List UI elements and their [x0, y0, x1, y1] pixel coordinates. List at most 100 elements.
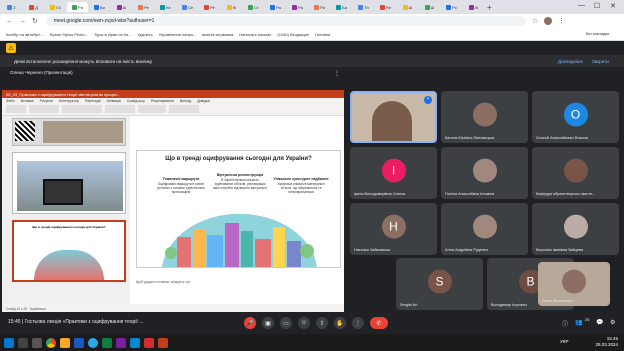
- more-options-button[interactable]: ⋮: [352, 317, 364, 329]
- menu-icon[interactable]: ⋮: [558, 17, 565, 25]
- word-icon[interactable]: [74, 337, 84, 348]
- profile-icon[interactable]: [544, 17, 553, 25]
- app-icon[interactable]: [116, 337, 126, 348]
- ribbon-tab[interactable]: Слайд-шоу: [127, 99, 145, 103]
- more-options-icon[interactable]: ⋮: [334, 70, 340, 77]
- meet-header: ⚠: [0, 41, 624, 55]
- browser-tab[interactable]: Re: [375, 2, 396, 12]
- browser-tab[interactable]: Д: [23, 2, 44, 12]
- bookmark-item[interactable]: Туры в Иран из Ки...: [94, 32, 131, 37]
- ribbon-tab[interactable]: Конструктор: [59, 99, 79, 103]
- search-icon[interactable]: [18, 337, 28, 348]
- ribbon-tab[interactable]: Рецензування: [151, 99, 174, 103]
- explorer-icon[interactable]: [60, 337, 70, 348]
- browser-tab[interactable]: Ви: [89, 2, 110, 12]
- bookmark-item[interactable]: Epson Stylus Photo...: [50, 32, 88, 37]
- forward-icon[interactable]: →: [19, 18, 26, 25]
- browser-tab[interactable]: ГА: [45, 2, 66, 12]
- present-button[interactable]: ⇧: [316, 317, 328, 329]
- bookmark-item[interactable]: Написать письмо: [239, 32, 271, 37]
- ribbon-tab[interactable]: Вигляд: [180, 99, 191, 103]
- browser-tab[interactable]: Ш: [111, 2, 132, 12]
- photos-icon[interactable]: [130, 337, 140, 348]
- url-field[interactable]: meet.google.com/ewn-zvjxd-wbx?authuser=1: [45, 16, 526, 26]
- slide-thumbnail[interactable]: [12, 152, 126, 214]
- clock-date: 28.03.2024: [595, 342, 618, 347]
- browser-tab[interactable]: Рс: [441, 2, 462, 12]
- excel-icon[interactable]: [102, 337, 112, 348]
- browser-tab[interactable]: Ке: [155, 2, 176, 12]
- captions-button[interactable]: ▭: [280, 317, 292, 329]
- bookmark-item[interactable]: Головна: [315, 32, 330, 37]
- browser-tab[interactable]: Z: [1, 2, 22, 12]
- telegram-icon[interactable]: [88, 337, 98, 348]
- people-icon[interactable]: 👥: [575, 319, 582, 326]
- emoji-button[interactable]: ☺: [298, 317, 310, 329]
- browser-tab[interactable]: Ст: [243, 2, 264, 12]
- participant-tile[interactable]: Вероніка Іванівна Зайцева: [532, 203, 619, 255]
- browser-tab[interactable]: Ш: [397, 2, 418, 12]
- bookmark-item[interactable]: Управление папка...: [159, 32, 196, 37]
- chrome-icon[interactable]: [46, 337, 56, 348]
- browser-tab[interactable]: Ш: [419, 2, 440, 12]
- back-icon[interactable]: ←: [6, 18, 13, 25]
- slide-thumbnail-active[interactable]: Що в тренді оцифрування сьогодні для Укр…: [12, 220, 126, 282]
- browser-tab[interactable]: Тh: [353, 2, 374, 12]
- close-warning-link[interactable]: Закрити: [592, 59, 609, 64]
- minimize-icon[interactable]: —: [578, 2, 585, 9]
- close-window-icon[interactable]: ✕: [610, 2, 616, 10]
- ribbon-tab[interactable]: Анімація: [107, 99, 121, 103]
- maximize-icon[interactable]: ☐: [594, 2, 600, 10]
- participant-tile[interactable]: Кафедра образотворчого мисте...: [532, 147, 619, 199]
- powerpoint-icon[interactable]: [158, 337, 168, 348]
- slide-notes[interactable]: Щоб додати нотатки, клацніть тут: [136, 280, 191, 284]
- star-icon[interactable]: ☆: [532, 17, 538, 25]
- participant-tile[interactable]: Каганік Юріївна Липовецька: [441, 91, 528, 143]
- details-link[interactable]: Докладніше: [558, 59, 583, 64]
- participant-tile[interactable]: О Осокой Анатолійович Власов: [532, 91, 619, 143]
- info-icon[interactable]: ⓘ: [562, 319, 568, 328]
- participant-tile[interactable]: Ольга Волнянськ...: [538, 262, 610, 306]
- bookmark-item[interactable]: (1040) Входящие: [277, 32, 309, 37]
- ribbon-tab[interactable]: Довідка: [197, 99, 210, 103]
- ribbon-tab[interactable]: Переходи: [85, 99, 101, 103]
- acrobat-icon[interactable]: [144, 337, 154, 348]
- browser-tab[interactable]: Ри: [67, 2, 88, 12]
- self-camera-tile[interactable]: •: [350, 91, 437, 143]
- reload-icon[interactable]: ↻: [32, 17, 38, 25]
- browser-tab[interactable]: Ре: [133, 2, 154, 12]
- bookmark-item[interactable]: анкета керівника: [202, 32, 233, 37]
- browser-tab[interactable]: Ба: [331, 2, 352, 12]
- activities-icon[interactable]: ⚙: [610, 319, 615, 326]
- all-bookmarks[interactable]: Всі закладки: [586, 31, 609, 36]
- browser-tab[interactable]: Ра: [287, 2, 308, 12]
- ribbon-tab[interactable]: Вставка: [21, 99, 34, 103]
- windows-start-icon[interactable]: [4, 337, 14, 348]
- task-view-icon[interactable]: [32, 337, 42, 348]
- participant-name: Наталья Чайковська: [354, 248, 391, 252]
- ribbon-tab[interactable]: Файл: [6, 99, 15, 103]
- camera-button[interactable]: ▣: [262, 317, 274, 329]
- browser-tab[interactable]: Ре: [199, 2, 220, 12]
- system-clock[interactable]: 15:45 28.03.2024: [595, 336, 618, 348]
- bookmark-item[interactable]: Удалить: [137, 32, 152, 37]
- browser-tab[interactable]: Ce: [177, 2, 198, 12]
- browser-tab[interactable]: Xt: [463, 2, 484, 12]
- new-tab-button[interactable]: +: [487, 3, 492, 12]
- participant-tile[interactable]: Поліна Анатоліївна Істоміна: [441, 147, 528, 199]
- ribbon-tab[interactable]: Рисунок: [40, 99, 53, 103]
- participant-tile[interactable]: S Sergiei Ari: [396, 258, 483, 310]
- slide-thumbnail[interactable]: [12, 118, 126, 146]
- raise-hand-button[interactable]: ✋: [334, 317, 346, 329]
- browser-tab[interactable]: Ра: [309, 2, 330, 12]
- browser-tab[interactable]: Ра: [265, 2, 286, 12]
- participant-tile[interactable]: Н Наталья Чайковська: [350, 203, 437, 255]
- participant-tile[interactable]: І Ірина Володимирівна Ситник: [350, 147, 437, 199]
- browser-tab[interactable]: Кl: [221, 2, 242, 12]
- bookmark-item[interactable]: Калібр на автобус!...: [6, 32, 44, 37]
- language-indicator[interactable]: УКР: [560, 339, 568, 344]
- end-call-button[interactable]: ✆: [370, 317, 388, 329]
- participant-tile[interactable]: Алла Андріївна Руденко: [441, 203, 528, 255]
- mic-button[interactable]: 🎤: [244, 317, 256, 329]
- chat-icon[interactable]: 💬: [596, 319, 603, 326]
